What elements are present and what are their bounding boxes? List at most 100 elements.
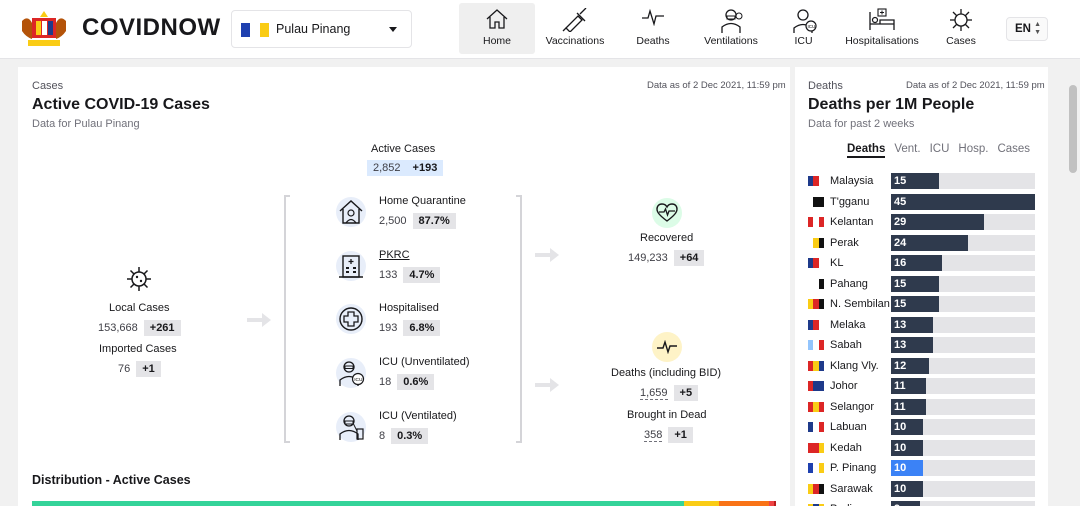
heart-pulse-icon [652,198,682,228]
bar-value: 10 [894,421,907,433]
state-flag-icon [808,360,824,371]
state-row[interactable]: Selangor 11 [808,397,1036,418]
bid-value[interactable]: 358 [644,429,663,442]
state-row[interactable]: Perak 24 [808,233,1036,254]
deaths-per-million-card: Deaths Data as of 2 Dec 2021, 11:59 pm D… [795,67,1048,506]
breakdown-value: 133 [379,269,398,281]
nav-icu[interactable]: ICU ICU [771,3,836,54]
recovered-label: Recovered [640,232,694,244]
state-name: Pahang [830,277,868,290]
state-row[interactable]: Sabah 13 [808,335,1036,356]
bar-track: 11 [891,398,1035,415]
language-select[interactable]: EN ▲ ▼ [1006,17,1048,41]
bar-value: 11 [894,380,906,392]
state-flag-icon [808,299,824,310]
imported-cases-label: Imported Cases [99,343,177,355]
tab-vent[interactable]: Vent. [894,143,920,158]
nav-vaccinations[interactable]: Vaccinations [535,3,615,54]
nav-label: Vaccinations [545,35,605,47]
page-scrollbar[interactable] [1066,60,1080,506]
nav-label: Cases [946,35,976,47]
svg-text:ICU: ICU [807,24,815,29]
tab-hosp[interactable]: Hosp. [958,143,988,158]
active-cases-card: Cases Data as of 2 Dec 2021, 11:59 pm Ac… [18,67,790,506]
distribution-segment[interactable] [683,501,719,506]
brand-name[interactable]: COVIDNOW [82,14,221,42]
bar-track: 10 [891,439,1035,456]
state-row[interactable]: Melaka 13 [808,315,1036,336]
state-flag-icon [808,401,824,412]
nav-ventilations[interactable]: Ventilations [691,3,771,54]
distribution-segment[interactable] [773,501,776,506]
state-flag-icon [808,196,824,207]
breakdown-pct: 87.7% [412,213,456,229]
side-subtitle: Data for past 2 weeks [808,118,915,130]
breakdown-label: Hospitalised [379,302,439,314]
bar-track: 15 [891,296,1035,312]
breakdown-pct: 0.3% [391,428,429,444]
state-row[interactable]: N. Sembilan 15 [808,294,1036,315]
pulse-icon [642,8,664,26]
distribution-bar[interactable] [32,501,776,506]
state-row[interactable]: P. Pinang 10 [808,458,1036,479]
local-cases-delta: +261 [143,320,181,336]
bar-track: 12 [891,357,1035,374]
side-data-as-of: Data as of 2 Dec 2021, 11:59 pm [906,80,1045,91]
nav-cases[interactable]: Cases [928,3,994,54]
state-flag-icon [808,319,824,330]
state-name: N. Sembilan [830,298,890,311]
state-flag-icon [808,258,824,269]
deaths-delta: +5 [673,385,699,401]
nav-hospitalisations[interactable]: Hospitalisations [836,3,928,54]
nav-label: Ventilations [704,35,758,47]
tab-cases[interactable]: Cases [997,143,1030,158]
breakdown-pct: 0.6% [397,374,435,390]
state-row[interactable]: Kedah 10 [808,438,1036,459]
deaths-value[interactable]: 1,659 [640,387,668,400]
malaysia-coat-of-arms-icon[interactable] [18,9,70,49]
state-row[interactable]: Sarawak 10 [808,479,1036,500]
nav-home[interactable]: Home [459,3,535,54]
breakdown-label[interactable]: PKRC [379,249,410,261]
distribution-segment[interactable] [718,501,770,506]
chevron-down-icon: ▼ [1034,29,1041,36]
home-quarantine-icon [336,197,366,227]
breakdown-bracket-right [516,195,522,443]
state-row[interactable]: Malaysia 15 [808,171,1036,192]
state-row[interactable]: KL 16 [808,253,1036,274]
breakdown-row: 193 6.8% [379,320,441,336]
scrollbar-thumb[interactable] [1069,85,1077,173]
tab-icu[interactable]: ICU [930,143,950,158]
arrow-right-icon [535,378,559,392]
state-row[interactable]: Klang Vly. 12 [808,356,1036,377]
state-row[interactable]: Kelantan 29 [808,212,1036,233]
flag-stripe [241,23,251,37]
state-row[interactable]: Perlis9 [808,499,1036,506]
imported-cases-row: 76 +1 [118,361,161,377]
tab-deaths[interactable]: Deaths [847,143,886,158]
bar-track: 29 [891,214,1035,230]
breakdown-row: 133 4.7% [379,267,441,283]
bar-value: 13 [894,339,907,351]
state-flag-icon [808,176,824,187]
state-row[interactable]: Pahang 15 [808,274,1036,295]
chevron-up-icon: ▲ [1034,21,1041,28]
state-row[interactable]: Johor 11 [808,376,1036,397]
data-as-of: Data as of 2 Dec 2021, 11:59 pm [647,80,786,91]
distribution-segment[interactable] [32,501,684,506]
active-cases-value-row: 2,852 +193 [367,160,444,176]
nav-deaths[interactable]: Deaths [615,3,691,54]
state-name: Sarawak [830,482,873,495]
state-name: Malaysia [830,175,874,188]
breakdown-value: 18 [379,376,392,388]
bar-value: 11 [894,400,906,413]
ventilator-icon [721,9,743,33]
house-icon [486,9,508,29]
state-select[interactable]: Pulau Pinang [231,10,412,48]
state-row[interactable]: Labuan 10 [808,417,1036,438]
state-row[interactable]: T'gganu 45 [808,192,1036,213]
state-name: Klang Vly. [830,359,879,372]
breakdown-value: 2,500 [379,215,407,227]
state-name: T'gganu [830,195,870,208]
state-flag-icon [808,422,824,433]
